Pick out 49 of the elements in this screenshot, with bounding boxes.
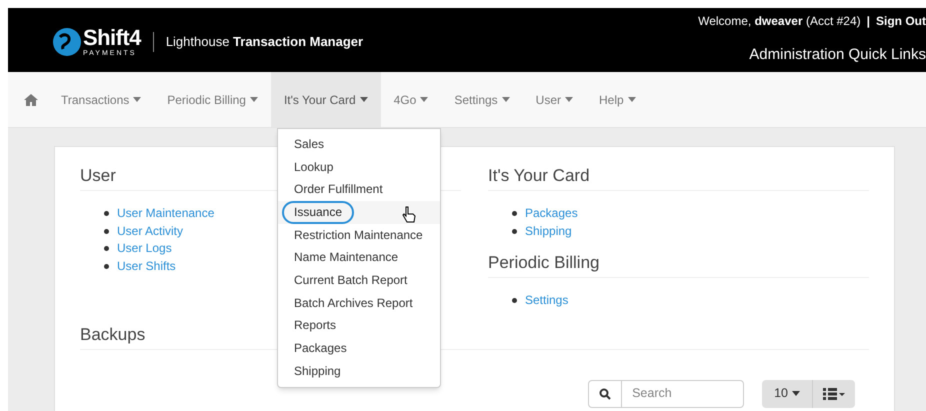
bullet-icon [512,211,517,216]
menu-item[interactable]: Sales [294,136,324,152]
search-icon [599,388,612,400]
menu-item[interactable]: Current Batch Report [294,272,408,288]
caret-icon [133,97,142,102]
section-title: Periodic Billing [488,252,869,278]
section-link[interactable]: User Activity [117,222,184,240]
caret-icon [792,391,800,396]
menu-item[interactable]: Issuance [282,200,354,224]
welcome-text: Welcome, dweaver (Acct #24) [698,13,861,30]
nav-tab[interactable]: Transactions [48,72,154,127]
nav-tab[interactable]: Settings [441,72,523,127]
menu-item[interactable]: Shipping [294,364,341,379]
caret-icon [502,97,510,102]
separator-text: | [866,13,870,30]
bullet-icon [512,228,517,234]
caret-icon [628,97,636,102]
nav-tab[interactable]: Help [586,72,649,127]
section-title: It's Your Card [488,165,869,191]
menu-item[interactable]: Name Maintenance [294,250,398,266]
bullet-icon [104,246,109,252]
nav-tab[interactable]: It's Your Card [270,72,381,127]
logo-name: Shift4 [83,27,141,49]
section-link[interactable]: Packages [525,205,578,222]
menu-item[interactable]: Restriction Maintenance [294,228,423,243]
section-link[interactable]: Settings [525,292,568,310]
nav-tab[interactable]: 4Go [380,72,442,127]
bullet-icon [104,228,109,234]
section-link[interactable]: User Maintenance [117,205,214,222]
app-title: Lighthouse Transaction Manager [166,33,364,52]
caret-icon [250,97,258,102]
search-field[interactable]: Search [622,380,744,408]
quick-links-link[interactable]: Administration Quick Links [749,44,926,66]
bullet-icon [512,298,517,304]
home-icon[interactable] [24,94,38,106]
caret-icon [565,97,574,102]
sign-out-link[interactable]: Sign Out [876,12,926,30]
section-link[interactable]: User Shifts [117,258,176,275]
list-icon [823,388,845,400]
section-link[interactable]: User Logs [117,240,172,258]
caret-icon [420,97,428,102]
logo-icon [52,27,82,57]
bullet-icon [104,264,109,269]
nav-tab[interactable]: User [522,72,586,127]
bullet-icon [104,211,109,216]
caret-icon [360,97,368,102]
menu-item[interactable]: Batch Archives Report [294,296,413,311]
nav-tab[interactable]: Periodic Billing [154,72,271,127]
section-link[interactable]: Shipping [525,222,572,240]
